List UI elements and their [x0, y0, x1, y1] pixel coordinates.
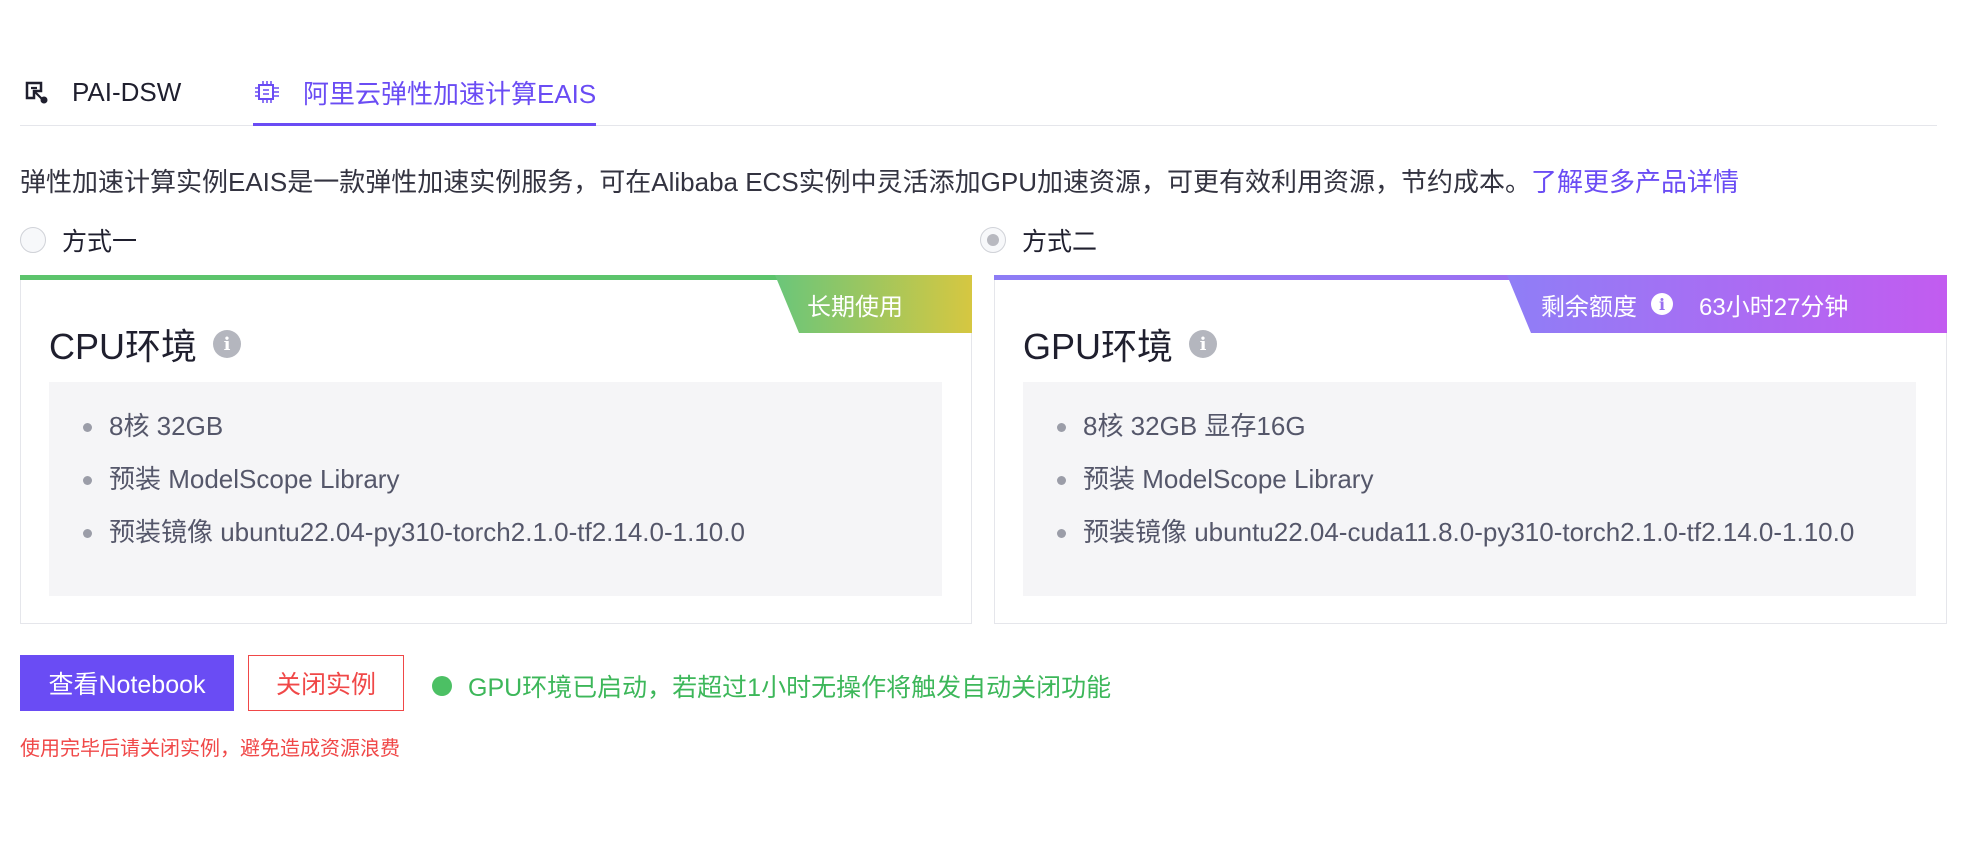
card-title: GPU环境 i: [1023, 318, 1218, 370]
option-one[interactable]: 方式一: [20, 222, 137, 258]
spec-item: 预装镜像 ubuntu22.04-cuda11.8.0-py310-torch2…: [1057, 506, 1916, 559]
cpu-environment-card[interactable]: 长期使用 CPU环境 i 8核 32GB 预装 ModelScope Libra…: [20, 275, 972, 624]
info-icon[interactable]: i: [1189, 330, 1218, 358]
notebook-link-icon: [22, 78, 50, 106]
status-dot-icon: [432, 676, 452, 696]
option-one-label: 方式一: [62, 228, 138, 256]
gpu-environment-card[interactable]: 剩余额度 i 63小时27分钟 GPU环境 i 8核 32GB 显存16G 预装…: [994, 275, 1947, 624]
ribbon-label: 长期使用: [807, 293, 903, 321]
spec-list: 8核 32GB 显存16G 预装 ModelScope Library 预装镜像…: [1023, 382, 1916, 559]
tab-eais[interactable]: 阿里云弹性加速计算EAIS: [253, 60, 597, 126]
spec-box: 8核 32GB 预装 ModelScope Library 预装镜像 ubunt…: [49, 382, 942, 596]
close-instance-button[interactable]: 关闭实例: [248, 655, 404, 711]
spec-item: 8核 32GB: [83, 400, 942, 453]
tab-bar: PAI-DSW 阿里云弹性加速计算EAIS: [20, 60, 1937, 126]
option-two-radio[interactable]: [980, 227, 1006, 253]
description-text: 弹性加速计算实例EAIS是一款弹性加速实例服务，可在Alibaba ECS实例中…: [20, 167, 1532, 197]
ribbon-label: 剩余额度: [1541, 293, 1637, 321]
tab-label: 阿里云弹性加速计算EAIS: [303, 78, 597, 109]
spec-item: 预装 ModelScope Library: [83, 453, 942, 506]
tab-label: PAI-DSW: [72, 76, 182, 107]
gpu-title-text: GPU环境: [1023, 326, 1174, 367]
spec-box: 8核 32GB 显存16G 预装 ModelScope Library 预装镜像…: [1023, 382, 1916, 596]
view-notebook-button[interactable]: 查看Notebook: [20, 655, 234, 711]
status-message: GPU环境已启动，若超过1小时无操作将触发自动关闭功能: [432, 668, 1111, 704]
remaining-quota-ribbon: 剩余额度 i 63小时27分钟: [1507, 275, 1947, 333]
warning-text: 使用完毕后请关闭实例，避免造成资源浪费: [20, 738, 400, 760]
chip-icon: [253, 78, 281, 106]
cpu-title-text: CPU环境: [49, 326, 198, 367]
option-two-label: 方式二: [1022, 228, 1098, 256]
spec-list: 8核 32GB 预装 ModelScope Library 预装镜像 ubunt…: [49, 382, 942, 559]
spec-item: 预装镜像 ubuntu22.04-py310-torch2.1.0-tf2.14…: [83, 506, 942, 559]
option-two[interactable]: 方式二: [980, 222, 1097, 258]
product-description: 弹性加速计算实例EAIS是一款弹性加速实例服务，可在Alibaba ECS实例中…: [20, 162, 1739, 199]
info-icon[interactable]: i: [213, 330, 242, 358]
tab-pai-dsw[interactable]: PAI-DSW: [22, 60, 181, 124]
status-text: GPU环境已启动，若超过1小时无操作将触发自动关闭功能: [468, 674, 1112, 702]
option-one-radio[interactable]: [20, 227, 46, 253]
card-title: CPU环境 i: [49, 318, 242, 370]
spec-item: 预装 ModelScope Library: [1057, 453, 1916, 506]
learn-more-link[interactable]: 了解更多产品详情: [1531, 167, 1739, 197]
long-term-ribbon: 长期使用: [775, 275, 972, 333]
ribbon-value: 63小时27分钟: [1699, 293, 1849, 321]
spec-item: 8核 32GB 显存16G: [1057, 400, 1916, 453]
info-icon[interactable]: i: [1651, 293, 1673, 315]
